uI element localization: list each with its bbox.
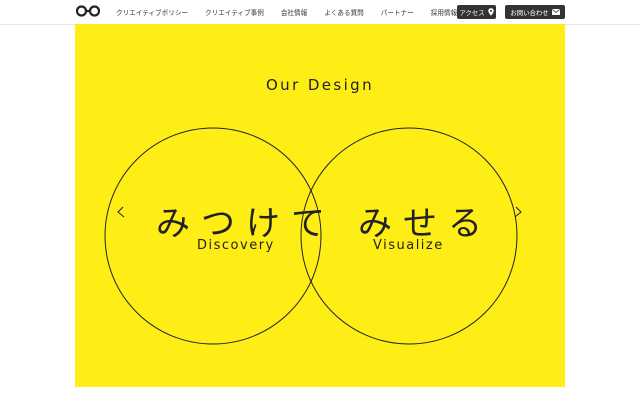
page: クリエイティブポリシー クリエイティブ事例 会社情報 よくある質問 パートナー … (0, 0, 640, 400)
main-nav: クリエイティブポリシー クリエイティブ事例 会社情報 よくある質問 パートナー … (116, 0, 457, 24)
mail-icon (551, 9, 560, 15)
nav-item-faq[interactable]: よくある質問 (324, 7, 364, 17)
contact-button-label: お問い合わせ (510, 8, 549, 17)
access-button[interactable]: アクセス (457, 5, 496, 19)
logo-icon[interactable] (76, 4, 100, 18)
nav-item-creative-cases[interactable]: クリエイティブ事例 (205, 7, 264, 17)
access-button-label: アクセス (459, 8, 485, 17)
section-title: Our Design (265, 76, 375, 94)
discovery-label: Discovery (197, 238, 275, 253)
nav-item-partner[interactable]: パートナー (381, 7, 414, 17)
right-arrow-icon (514, 206, 522, 218)
site-header: クリエイティブポリシー クリエイティブ事例 会社情報 よくある質問 パートナー … (0, 0, 640, 25)
left-arrow-icon (117, 206, 125, 218)
map-pin-icon (487, 8, 494, 16)
nav-item-recruit[interactable]: 採用情報 (431, 7, 457, 17)
nav-item-creative-policy[interactable]: クリエイティブポリシー (116, 7, 188, 17)
contact-button[interactable]: お問い合わせ (505, 5, 565, 19)
visualize-label: Visualize (373, 238, 444, 253)
hero-section: Our Design みつけて Discovery みせる Visualize (75, 24, 565, 387)
nav-item-company-info[interactable]: 会社情報 (281, 7, 307, 17)
